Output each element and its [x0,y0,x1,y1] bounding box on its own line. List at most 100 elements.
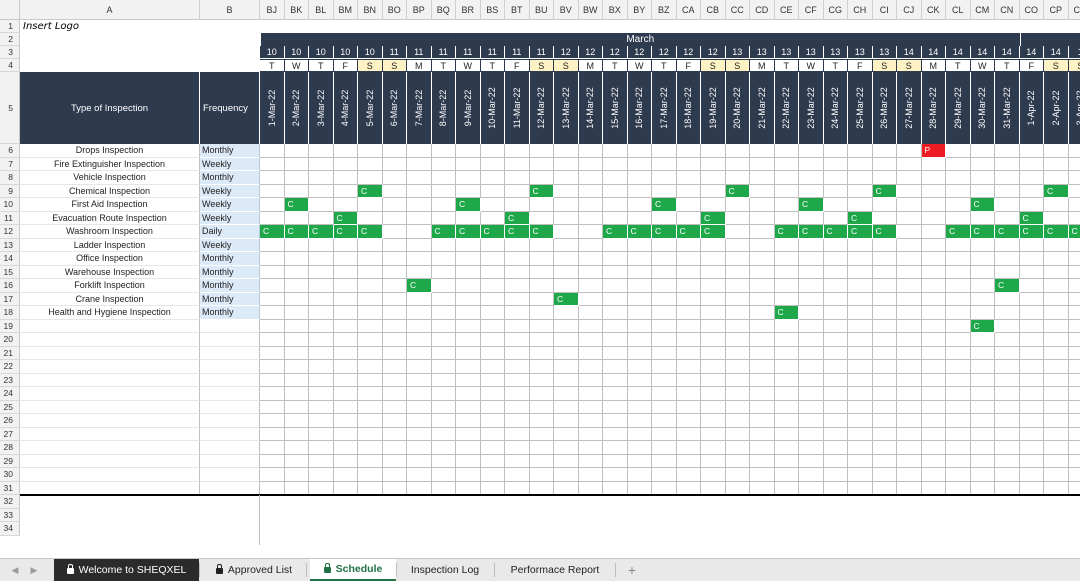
schedule-cell[interactable] [1068,185,1080,198]
schedule-cell[interactable] [1019,481,1044,495]
schedule-cell[interactable] [260,481,285,495]
inspection-name[interactable] [20,346,200,360]
add-sheet-button[interactable]: + [620,559,644,581]
schedule-cell[interactable] [603,144,628,158]
schedule-cell[interactable] [431,171,456,185]
column-header[interactable]: BJ [260,0,285,20]
schedule-cell[interactable] [921,346,946,360]
schedule-cell[interactable] [897,481,922,495]
schedule-cell[interactable] [627,441,652,455]
schedule-cell[interactable] [701,144,726,158]
schedule-cell[interactable] [848,468,873,482]
schedule-cell[interactable] [309,238,334,252]
schedule-cell[interactable] [627,171,652,185]
schedule-cell[interactable] [333,144,358,158]
schedule-cell[interactable] [995,387,1020,401]
status-completed[interactable]: C [872,184,897,198]
schedule-cell[interactable] [1068,239,1080,252]
column-header[interactable]: BK [284,0,309,20]
schedule-cell[interactable] [921,468,946,482]
schedule-cell[interactable] [1019,346,1044,360]
schedule-cell[interactable] [505,427,530,441]
schedule-cell[interactable] [652,265,677,279]
schedule-cell[interactable] [505,468,530,482]
schedule-cell[interactable] [774,441,799,455]
schedule-cell[interactable] [431,279,456,293]
schedule-cell[interactable] [921,427,946,441]
schedule-cell[interactable] [897,252,922,266]
schedule-cell[interactable] [701,414,726,428]
schedule-cell[interactable] [970,144,995,158]
schedule-cell[interactable] [284,265,309,279]
schedule-cell[interactable] [627,292,652,306]
schedule-cell[interactable] [284,360,309,374]
schedule-cell[interactable] [578,184,603,198]
schedule-cell[interactable] [897,427,922,441]
status-completed[interactable]: C [652,198,677,212]
schedule-cell[interactable] [309,454,334,468]
schedule-cell[interactable] [407,454,432,468]
schedule-cell[interactable] [946,468,971,482]
inspection-name[interactable] [20,441,200,455]
column-header[interactable]: BO [382,0,407,20]
schedule-cell[interactable] [603,400,628,414]
schedule-cell[interactable] [431,373,456,387]
schedule-cell[interactable] [823,414,848,428]
schedule-cell[interactable] [603,198,628,212]
schedule-cell[interactable] [578,454,603,468]
schedule-cell[interactable] [554,157,579,171]
schedule-cell[interactable] [995,373,1020,387]
schedule-cell[interactable] [333,441,358,455]
schedule-cell[interactable] [309,265,334,279]
schedule-cell[interactable] [578,387,603,401]
schedule-cell[interactable] [1068,441,1080,455]
status-completed[interactable]: C [1068,225,1080,239]
schedule-cell[interactable] [774,198,799,212]
schedule-cell[interactable] [725,225,750,239]
schedule-cell[interactable] [505,157,530,171]
row-header[interactable]: 13 [0,238,20,252]
schedule-cell[interactable] [725,441,750,455]
schedule-cell[interactable] [1044,144,1069,158]
column-header[interactable]: CD [750,0,775,20]
schedule-cell[interactable] [309,211,334,225]
schedule-cell[interactable] [456,292,481,306]
schedule-cell[interactable] [407,225,432,239]
schedule-cell[interactable] [872,441,897,455]
schedule-cell[interactable] [431,387,456,401]
status-completed[interactable]: C [872,225,897,239]
schedule-cell[interactable] [750,441,775,455]
schedule-cell[interactable] [970,252,995,266]
schedule-cell[interactable] [284,184,309,198]
schedule-cell[interactable] [897,184,922,198]
schedule-cell[interactable] [309,387,334,401]
schedule-cell[interactable] [701,265,726,279]
schedule-cell[interactable] [431,198,456,212]
status-completed[interactable]: C [358,184,383,198]
column-header[interactable]: CH [848,0,873,20]
schedule-cell[interactable] [505,481,530,495]
schedule-cell[interactable] [309,400,334,414]
inspection-frequency[interactable] [200,373,260,387]
schedule-cell[interactable] [823,265,848,279]
schedule-cell[interactable] [848,171,873,185]
schedule-cell[interactable] [1019,144,1044,158]
schedule-cell[interactable] [407,184,432,198]
schedule-cell[interactable] [652,238,677,252]
schedule-cell[interactable] [750,144,775,158]
schedule-cell[interactable] [260,454,285,468]
column-header[interactable]: BT [505,0,530,20]
schedule-cell[interactable] [799,468,824,482]
schedule-cell[interactable] [1068,455,1080,468]
schedule-cell[interactable] [750,292,775,306]
schedule-cell[interactable] [848,238,873,252]
schedule-cell[interactable] [750,238,775,252]
schedule-cell[interactable] [505,279,530,293]
schedule-cell[interactable] [897,238,922,252]
schedule-cell[interactable] [333,346,358,360]
schedule-cell[interactable] [652,333,677,347]
schedule-cell[interactable] [1068,144,1080,158]
row-header[interactable]: 15 [0,265,20,279]
column-header[interactable]: BZ [652,0,677,20]
schedule-cell[interactable] [309,333,334,347]
